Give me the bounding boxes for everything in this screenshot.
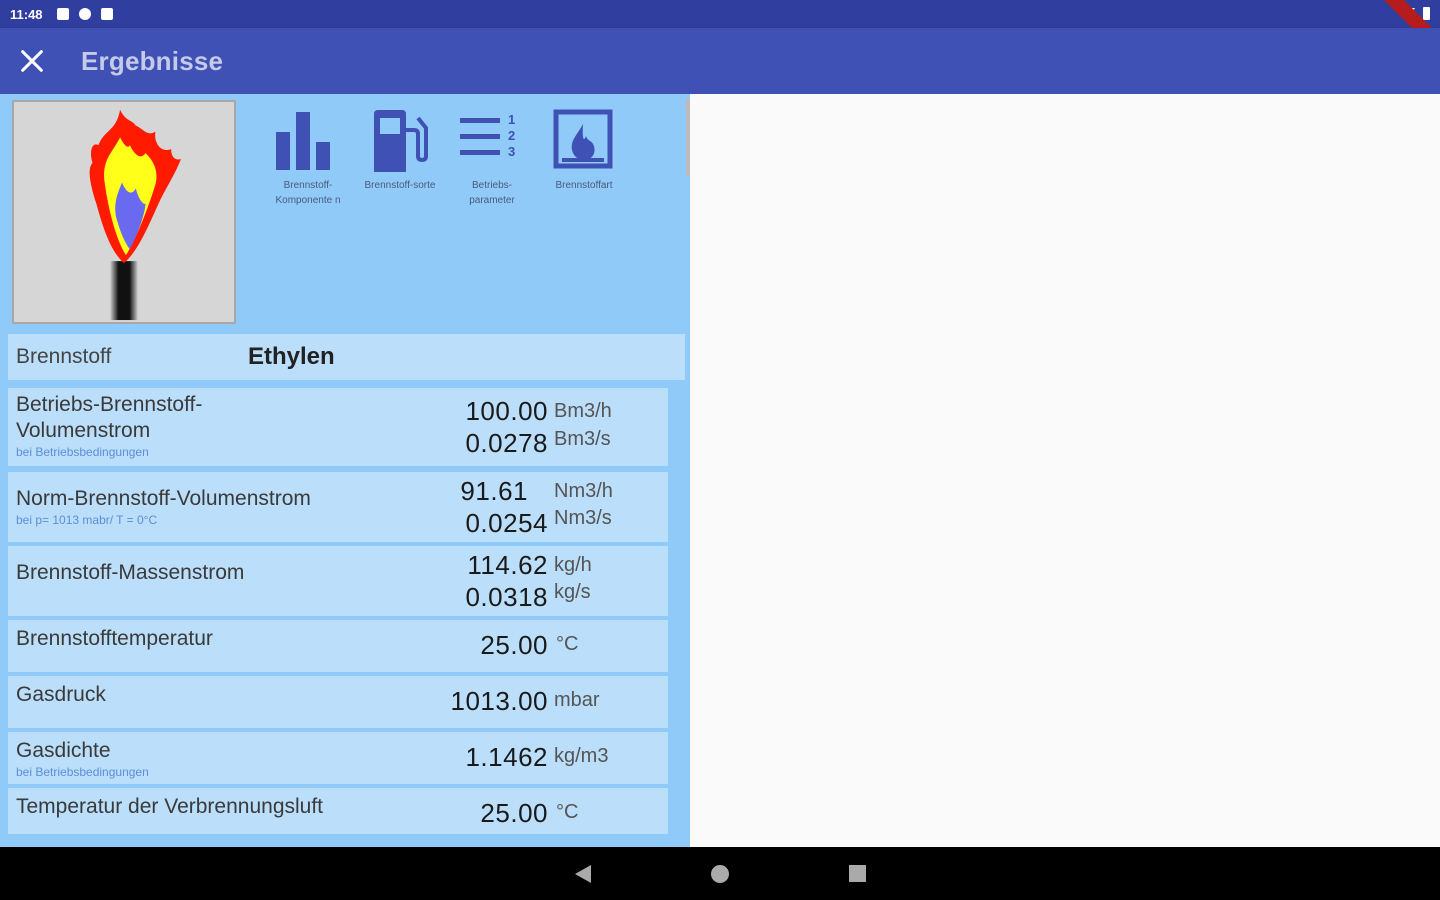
notification-icon: [56, 8, 69, 20]
row-label: Norm-Brennstoff-Volumenstrom: [16, 487, 311, 510]
row-unit-secondary: Bm3/s: [554, 428, 611, 450]
fuel-label: Brennstoff: [16, 345, 112, 368]
tool-operating-parameters[interactable]: 1 2 3 Betriebs-parameter: [452, 108, 532, 208]
result-row: Brennstofftemperatur 25.00 °C: [8, 620, 668, 672]
back-icon[interactable]: [574, 864, 591, 883]
svg-text:1: 1: [508, 112, 515, 127]
row-value-primary: 25.00: [480, 798, 548, 828]
detail-panel: [690, 94, 1440, 847]
status-time: 11:48: [10, 6, 43, 22]
svg-text:2: 2: [508, 128, 515, 143]
burner-flame-icon: [89, 109, 181, 321]
svg-text:3: 3: [508, 144, 515, 159]
tool-fuel-components[interactable]: Brennstoff-Komponente n: [268, 108, 348, 208]
toolbar: Brennstoff-Komponente n Brennstoff-sorte…: [268, 108, 624, 208]
system-navigation-bar: [0, 847, 1440, 900]
flame-image-icon: [553, 109, 613, 169]
fuel-row: Brennstoff Ethylen: [8, 334, 685, 380]
row-unit-primary: mbar: [554, 689, 600, 711]
recent-apps-icon[interactable]: [848, 865, 866, 882]
tool-label: Betriebs-parameter: [469, 180, 515, 206]
row-unit-primary: Bm3/h: [554, 400, 612, 422]
tool-label: Brennstoffart: [555, 180, 613, 191]
flame-image: [12, 100, 236, 324]
row-value-primary: 25.00: [480, 630, 548, 660]
row-value-secondary: 0.0278: [465, 428, 548, 458]
fuel-pump-icon: [374, 110, 428, 172]
result-row: Temperatur der Verbrennungsluft 25.00 °C: [8, 788, 668, 834]
row-sublabel: bei p= 1013 mabr/ T = 0°C: [16, 513, 158, 527]
fuel-value: Ethylen: [248, 343, 335, 370]
home-icon[interactable]: [710, 864, 729, 883]
numbered-list-icon: 1 2 3: [460, 112, 515, 159]
row-label-line2: Volumenstrom: [16, 419, 151, 442]
tool-label: Brennstoff-sorte: [364, 180, 436, 191]
status-bar: 11:48: [0, 0, 1440, 63]
row-value-primary: 91.61: [460, 476, 528, 506]
row-unit-primary: °C: [556, 633, 579, 655]
result-row: Norm-Brennstoff-Volumenstrom bei p= 1013…: [8, 472, 668, 542]
tool-fuel-type[interactable]: Brennstoff-sorte: [360, 108, 440, 208]
close-button[interactable]: [0, 28, 64, 94]
row-label: Gasdruck: [16, 683, 106, 706]
app-bar: Ergebnisse: [0, 28, 1440, 94]
row-value-primary: 100.00: [465, 396, 548, 426]
p-notification-icon: [78, 8, 91, 20]
row-value-secondary: 0.0318: [465, 582, 548, 612]
result-row: Brennstoff-Massenstrom 114.62 kg/h 0.031…: [8, 546, 668, 616]
row-label: Temperatur der Verbrennungsluft: [16, 795, 324, 818]
close-icon: [21, 50, 43, 72]
row-unit-primary: °C: [556, 801, 579, 823]
row-label: Gasdichte: [16, 739, 111, 762]
battery-icon: [1423, 7, 1430, 20]
bar-chart-icon: [276, 112, 330, 170]
page-title: Ergebnisse: [81, 45, 224, 76]
tool-fuel-kind[interactable]: Brennstoffart: [544, 108, 624, 208]
row-value-secondary: 0.0254: [465, 508, 548, 538]
row-unit-primary: Nm3/h: [554, 480, 613, 502]
row-value-primary: 1013.00: [450, 686, 548, 716]
row-value-primary: 1.1462: [465, 742, 548, 772]
result-row: Gasdruck 1013.00 mbar: [8, 676, 668, 728]
row-unit-secondary: kg/s: [554, 581, 591, 603]
sd-card-icon: [100, 8, 113, 20]
row-unit-secondary: Nm3/s: [554, 507, 612, 529]
row-label: Brennstoff-Massenstrom: [16, 561, 245, 584]
results-panel: Brennstoff-Komponente n Brennstoff-sorte…: [0, 94, 690, 847]
row-unit-primary: kg/m3: [554, 745, 609, 767]
row-unit-primary: kg/h: [554, 554, 592, 576]
row-sublabel: bei Betriebsbedingungen: [16, 765, 149, 779]
row-sublabel: bei Betriebsbedingungen: [16, 445, 149, 459]
tool-label: Brennstoff-Komponente n: [275, 180, 341, 206]
row-label: Betriebs-Brennstoff-: [16, 393, 203, 416]
row-value-primary: 114.62: [467, 550, 548, 580]
result-row: Gasdichte bei Betriebsbedingungen 1.1462…: [8, 732, 668, 784]
row-label: Brennstofftemperatur: [16, 627, 213, 650]
result-row: Betriebs-Brennstoff- Volumenstrom bei Be…: [8, 388, 668, 466]
